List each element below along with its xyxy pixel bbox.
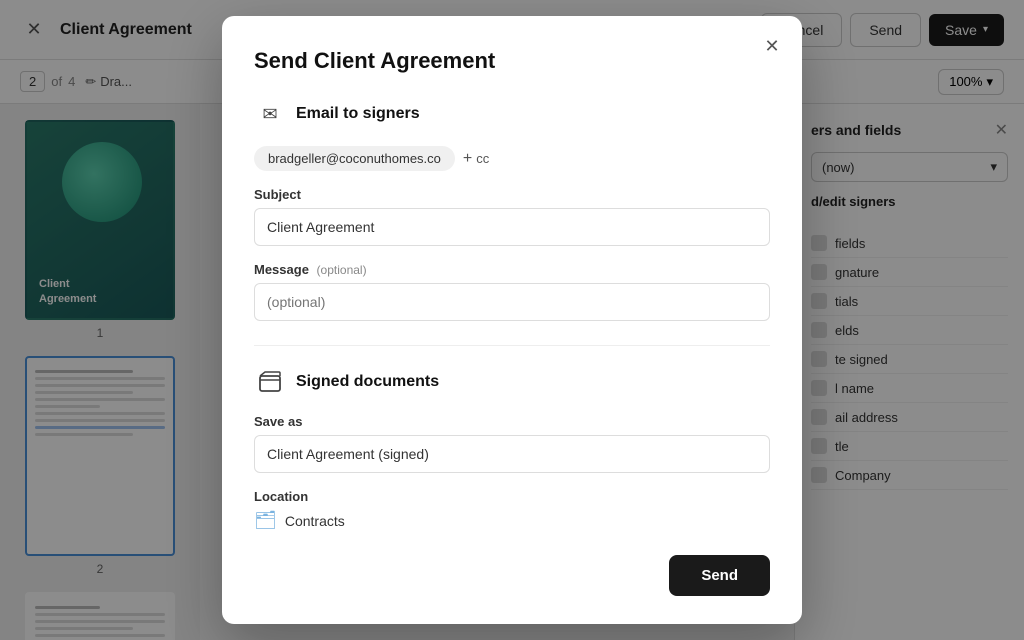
email-chip[interactable]: bradgeller@coconuthomes.co bbox=[254, 146, 455, 171]
email-section-title: Email to signers bbox=[296, 105, 420, 123]
email-recipients-row: bradgeller@coconuthomes.co + cc bbox=[254, 146, 770, 171]
cc-plus-icon: + bbox=[463, 150, 472, 168]
send-modal: ✕ Send Client Agreement ✉ Email to signe… bbox=[222, 16, 802, 624]
message-label: Message (optional) bbox=[254, 262, 770, 277]
modal-title: Send Client Agreement bbox=[254, 48, 770, 74]
location-folder-name[interactable]: Contracts bbox=[285, 513, 345, 529]
location-row: 🗂 Contracts bbox=[254, 510, 770, 531]
cc-label: cc bbox=[476, 151, 489, 166]
modal-footer: Send bbox=[254, 555, 770, 596]
subject-label: Subject bbox=[254, 187, 770, 202]
modal-divider bbox=[254, 345, 770, 346]
signed-docs-section-title: Signed documents bbox=[296, 373, 439, 391]
modal-close-button[interactable]: ✕ bbox=[758, 32, 786, 60]
modal-close-icon: ✕ bbox=[764, 36, 779, 57]
save-as-label: Save as bbox=[254, 414, 770, 429]
modal-overlay[interactable]: ✕ Send Client Agreement ✉ Email to signe… bbox=[0, 0, 1024, 640]
add-cc-button[interactable]: + cc bbox=[463, 150, 489, 168]
location-label: Location bbox=[254, 489, 770, 504]
email-section-icon: ✉ bbox=[254, 98, 286, 130]
message-optional-label: (optional) bbox=[317, 263, 367, 277]
envelope-icon: ✉ bbox=[262, 104, 277, 125]
folder-icon: 🗂 bbox=[254, 510, 277, 531]
save-as-input[interactable] bbox=[254, 435, 770, 473]
signed-docs-icon bbox=[254, 366, 286, 398]
message-label-text: Message bbox=[254, 262, 309, 277]
signed-docs-section-header: Signed documents bbox=[254, 366, 770, 398]
subject-input[interactable] bbox=[254, 208, 770, 246]
message-input[interactable] bbox=[254, 283, 770, 321]
send-modal-button[interactable]: Send bbox=[669, 555, 770, 596]
email-section-header: ✉ Email to signers bbox=[254, 98, 770, 130]
